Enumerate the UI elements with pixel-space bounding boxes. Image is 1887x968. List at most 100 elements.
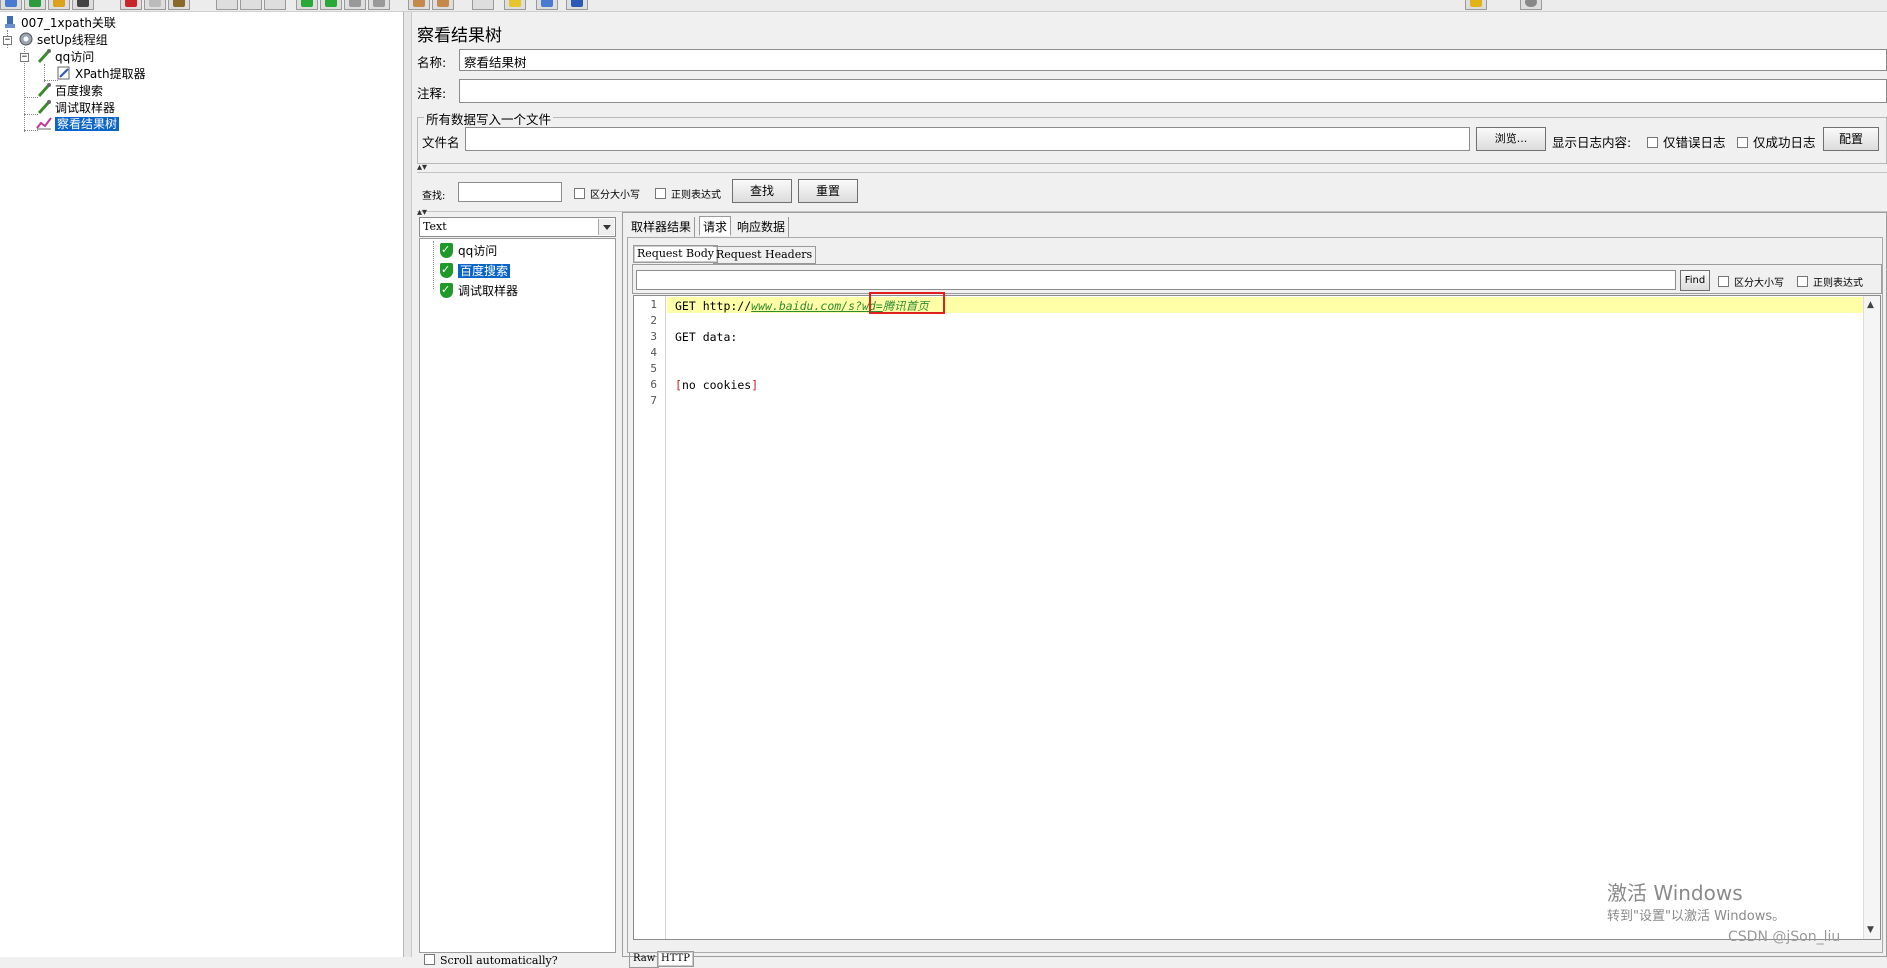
checkbox-box[interactable] <box>424 954 435 965</box>
configure-button[interactable]: 配置 <box>1823 127 1879 151</box>
tab-response-data[interactable]: 响应数据 <box>734 217 790 237</box>
tab-http[interactable]: HTTP <box>657 951 694 967</box>
start-no-pause-icon[interactable] <box>320 0 342 10</box>
checkbox-box[interactable] <box>1797 276 1808 287</box>
pipette-sampler-icon <box>36 99 52 115</box>
checkbox-box[interactable] <box>1737 137 1748 148</box>
tab-sampler-result[interactable]: 取样器结果 <box>628 217 696 237</box>
expand-icon[interactable] <box>216 0 238 10</box>
body-case-sensitive-checkbox[interactable]: 区分大小写 <box>1718 274 1784 289</box>
body-search-input[interactable] <box>636 270 1676 290</box>
function-helper-icon[interactable] <box>536 0 558 10</box>
tree-item-view-results-tree[interactable]: 察看结果树 <box>36 115 120 133</box>
body-regex-checkbox[interactable]: 正则表达式 <box>1797 274 1863 289</box>
subtab-request-headers[interactable]: Request Headers <box>713 246 817 264</box>
tree-item-label: qq访问 <box>55 50 95 64</box>
start-icon[interactable] <box>296 0 318 10</box>
name-field[interactable]: 察看结果树 <box>459 49 1887 71</box>
checkbox-box[interactable] <box>1718 276 1729 287</box>
clear-all-icon[interactable] <box>432 0 454 10</box>
search-icon[interactable] <box>472 0 494 10</box>
tree-item-label: setUp线程组 <box>37 33 108 47</box>
listener-panel: 察看结果树 名称: 察看结果树 注释: 所有数据写入一个文件 文件名 浏览...… <box>412 12 1887 968</box>
pipette-sampler-icon <box>36 82 52 98</box>
code-area[interactable]: GET http://www.baidu.com/s?wd=腾讯首页 GET d… <box>667 292 1863 939</box>
sample-label: 调试取样器 <box>458 284 519 298</box>
tab-raw[interactable]: Raw <box>629 952 660 968</box>
tree-connector <box>433 241 434 289</box>
request-body-editor[interactable]: 1 2 3 4 5 6 7 GET http://www.baidu.com/s… <box>633 292 1881 940</box>
clear-icon[interactable] <box>408 0 430 10</box>
stop-icon[interactable] <box>344 0 366 10</box>
sample-label: 百度搜索 <box>458 264 511 278</box>
save-icon[interactable] <box>72 0 94 10</box>
case-sensitive-label: 区分大小写 <box>590 190 640 201</box>
templates-icon[interactable] <box>24 0 46 10</box>
search-input[interactable] <box>458 182 562 202</box>
filename-label: 文件名 <box>422 135 460 150</box>
bracket-open: [ <box>675 378 682 392</box>
body-find-button[interactable]: Find <box>1680 270 1710 291</box>
collapse-icon[interactable] <box>240 0 262 10</box>
checkbox-box[interactable] <box>655 188 666 199</box>
paste-icon[interactable] <box>168 0 190 10</box>
regex-checkbox[interactable]: 正则表达式 <box>655 186 721 201</box>
code-line-3: GET data: <box>675 330 738 344</box>
name-label: 名称: <box>417 55 447 70</box>
new-icon[interactable] <box>0 0 22 10</box>
help-icon[interactable] <box>566 0 588 10</box>
extractor-icon <box>56 65 72 81</box>
filename-field[interactable] <box>465 127 1470 151</box>
request-url-link[interactable]: www.baidu.com/s?wd= <box>751 299 883 313</box>
renderer-select[interactable]: Text <box>419 217 616 237</box>
collapse-toggle-icon[interactable]: − <box>20 53 29 62</box>
collapse-toggle-icon[interactable]: − <box>3 36 12 45</box>
case-sensitive-checkbox[interactable]: 区分大小写 <box>574 186 640 201</box>
sample-item-baidu[interactable]: 百度搜索 <box>440 261 511 280</box>
line-number: 1 <box>650 298 657 311</box>
checkbox-box[interactable] <box>574 188 585 199</box>
annotation-highlight-box <box>869 292 945 314</box>
browse-button[interactable]: 浏览... <box>1476 127 1546 151</box>
cut-icon[interactable] <box>120 0 142 10</box>
sample-item-debug[interactable]: 调试取样器 <box>440 281 519 300</box>
tree-item-label: 007_1xpath关联 <box>21 16 116 30</box>
tree-item-baidu-search[interactable]: 百度搜索 <box>36 82 103 100</box>
comment-field[interactable] <box>459 79 1887 103</box>
checkbox-box[interactable] <box>1647 137 1658 148</box>
tree-item-qq-request[interactable]: qq访问 <box>36 48 94 66</box>
errors-only-checkbox[interactable]: 仅错误日志 <box>1647 132 1726 151</box>
comment-label: 注释: <box>417 86 447 101</box>
editor-scrollbar[interactable]: ▲ ▼ <box>1863 296 1880 939</box>
shutdown-icon[interactable] <box>368 0 390 10</box>
success-only-checkbox[interactable]: 仅成功日志 <box>1737 132 1816 151</box>
copy-icon[interactable] <box>144 0 166 10</box>
cookies-text: no cookies <box>681 378 752 392</box>
find-button[interactable]: 查找 <box>732 179 792 203</box>
tree-item-xpath-extractor[interactable]: XPath提取器 <box>56 65 146 83</box>
tree-splitter[interactable] <box>404 12 412 957</box>
panel-title: 察看结果树 <box>417 26 502 46</box>
scroll-up-icon[interactable]: ▲ <box>1867 300 1874 310</box>
reset-search-icon[interactable] <box>504 0 526 10</box>
reset-button[interactable]: 重置 <box>798 179 858 203</box>
scroll-auto-checkbox[interactable]: Scroll automatically? <box>424 954 558 967</box>
tab-request[interactable]: 请求 <box>699 216 732 236</box>
body-regex-label: 正则表达式 <box>1813 278 1863 289</box>
activation-watermark-subtitle: 转到"设置"以激活 Windows。 <box>1607 909 1786 924</box>
errors-only-label: 仅错误日志 <box>1663 135 1726 150</box>
open-icon[interactable] <box>48 0 70 10</box>
request-method-url-prefix: GET http:// <box>675 299 752 313</box>
chevron-down-icon[interactable] <box>598 219 614 235</box>
test-plan-icon <box>2 14 18 30</box>
toggle-icon[interactable] <box>264 0 286 10</box>
tree-item-test-plan[interactable]: 007_1xpath关联 <box>2 14 116 32</box>
write-to-file-group-title: 所有数据写入一个文件 <box>424 109 554 128</box>
subtab-request-body[interactable]: Request Body <box>633 245 718 263</box>
scroll-down-icon[interactable]: ▼ <box>1867 925 1874 935</box>
tree-item-setup-thread-group[interactable]: setUp线程组 <box>18 31 108 49</box>
thread-group-gear-icon <box>18 31 34 47</box>
sample-item-qq[interactable]: qq访问 <box>440 241 497 260</box>
warning-icon[interactable] <box>1465 0 1487 10</box>
line-number: 6 <box>650 378 657 391</box>
